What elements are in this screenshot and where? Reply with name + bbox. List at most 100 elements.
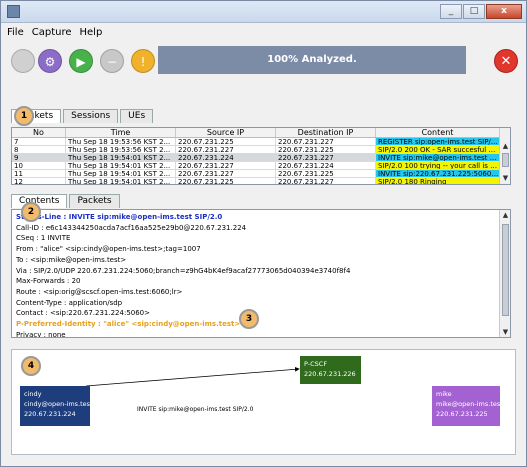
toolbar: ⚙ ▶ − ! 100% Analyzed. ✕ <box>1 41 526 79</box>
cell-source-ip: 220.67.231.227 <box>176 146 276 153</box>
cell-source-ip: 220.67.231.224 <box>176 154 276 161</box>
gear-icon: ⚙ <box>44 55 56 69</box>
content-line: Content-Type : application/sdp <box>16 298 123 307</box>
cell-time: Thu Sep 18 19:54:01 KST 2... <box>66 154 176 161</box>
contents-panel: Status-Line : INVITE sip:mike@open-ims.t… <box>11 209 511 338</box>
stop-capture-button[interactable]: − <box>100 49 124 73</box>
table-row[interactable]: 9 Thu Sep 18 19:54:01 KST 2... 220.67.231.… <box>12 154 500 162</box>
close-icon: ✕ <box>500 54 512 69</box>
annotation-badge-1: 1 <box>14 106 34 126</box>
node-cindy[interactable]: cindy cindy@open-ims.test 220.67.231.224 <box>20 386 93 426</box>
content-line: Call-ID : e6c143344250acda7acf16aa525e29… <box>16 223 247 232</box>
cell-destination-ip: 220.67.231.224 <box>276 162 376 169</box>
cell-no: 7 <box>12 138 66 145</box>
menu-capture[interactable]: Capture <box>32 27 72 38</box>
cell-source-ip: 220.67.231.225 <box>176 178 276 184</box>
node-cindy-uri: cindy@open-ims.test <box>24 400 93 408</box>
contents-scrollbar[interactable]: ▲ ▼ <box>499 210 510 337</box>
cell-content: INVITE sip:220.67.231.225:5060 SIP/... <box>376 170 500 177</box>
settings-button[interactable]: ⚙ <box>38 49 62 73</box>
cell-time: Thu Sep 18 19:54:01 KST 2... <box>66 162 176 169</box>
analysis-status-bar: 100% Analyzed. <box>158 46 466 74</box>
start-capture-button[interactable]: ▶ <box>69 49 93 73</box>
flow-message-label: INVITE sip:mike@open-ims.test SIP/2.0 <box>137 406 254 413</box>
annotation-badge-4: 4 <box>21 356 41 376</box>
cell-no: 12 <box>12 178 66 184</box>
exclamation-icon: ! <box>140 55 146 69</box>
cell-source-ip: 220.67.231.227 <box>176 162 276 169</box>
table-row[interactable]: 10 Thu Sep 18 19:54:01 KST 2... 220.67.231… <box>12 162 500 170</box>
app-window: _ □ x File Capture Help ⚙ ▶ − ! 100% Ana… <box>0 0 527 467</box>
minimize-button[interactable]: _ <box>440 4 462 19</box>
scroll-thumb[interactable] <box>502 224 509 316</box>
menu-bar: File Capture Help <box>1 23 526 41</box>
table-scrollbar[interactable]: ▲ ▼ <box>499 128 510 184</box>
node-mike-uri: mike@open-ims.test <box>436 400 503 408</box>
maximize-button[interactable]: □ <box>463 4 485 19</box>
cell-content: SIP/2.0 180 Ringing <box>376 178 500 184</box>
cell-destination-ip: 220.67.231.227 <box>276 154 376 161</box>
play-icon: ▶ <box>76 55 86 69</box>
app-icon <box>7 5 20 18</box>
cell-time: Thu Sep 18 19:54:01 KST 2... <box>66 170 176 177</box>
menu-help[interactable]: Help <box>80 27 103 38</box>
node-pcscf-ip: 220.67.231.226 <box>304 370 356 378</box>
table-row[interactable]: 11 Thu Sep 18 19:54:01 KST 2... 220.67.231… <box>12 170 500 178</box>
packets-table: No Time Source IP Destination IP Content… <box>11 127 511 185</box>
table-body: 7 Thu Sep 18 19:53:56 KST 2... 220.67.231.… <box>12 138 500 184</box>
scroll-down-arrow-icon[interactable]: ▼ <box>502 175 509 182</box>
title-bar: _ □ x <box>1 1 526 23</box>
scroll-down-arrow-icon[interactable]: ▼ <box>502 329 509 336</box>
table-row[interactable]: 7 Thu Sep 18 19:53:56 KST 2... 220.67.231.… <box>12 138 500 146</box>
cell-time: Thu Sep 18 19:53:56 KST 2... <box>66 138 176 145</box>
scroll-up-arrow-icon[interactable]: ▲ <box>502 143 509 150</box>
cell-source-ip: 220.67.231.227 <box>176 170 276 177</box>
content-line: Privacy : none <box>16 330 66 338</box>
cell-no: 11 <box>12 170 66 177</box>
scroll-up-arrow-icon[interactable]: ▲ <box>502 212 509 219</box>
menu-file[interactable]: File <box>7 27 24 38</box>
annotation-badge-2: 2 <box>21 202 41 222</box>
content-line: CSeq : 1 INVITE <box>16 234 71 243</box>
alert-button[interactable]: ! <box>131 49 155 73</box>
content-line: To : <sip:mike@open-ims.test> <box>16 255 127 264</box>
column-no[interactable]: No <box>12 128 66 137</box>
cell-destination-ip: 220.67.231.227 <box>276 178 376 184</box>
node-mike[interactable]: mike mike@open-ims.test 220.67.231.225 <box>432 386 503 426</box>
cell-no: 8 <box>12 146 66 153</box>
content-line: From : "alice" <sip:cindy@open-ims.test>… <box>16 245 201 254</box>
tab-sessions[interactable]: Sessions <box>63 109 119 123</box>
node-mike-ip: 220.67.231.225 <box>436 410 488 418</box>
column-destination-ip[interactable]: Destination IP <box>276 128 376 137</box>
table-row[interactable]: 12 Thu Sep 18 19:54:01 KST 2... 220.67.231… <box>12 178 500 184</box>
cancel-button[interactable]: ✕ <box>494 49 518 73</box>
cell-time: Thu Sep 18 19:53:56 KST 2... <box>66 146 176 153</box>
cell-no: 10 <box>12 162 66 169</box>
node-pcscf[interactable]: P-CSCF 220.67.231.226 <box>300 356 361 384</box>
cell-destination-ip: 220.67.231.225 <box>276 170 376 177</box>
stop-icon: − <box>106 55 118 69</box>
column-source-ip[interactable]: Source IP <box>176 128 276 137</box>
cell-content: SIP/2.0 100 trying -- your call is impor… <box>376 162 500 169</box>
content-line: Route : <sip:orig@scscf.open-ims.test:60… <box>16 287 183 296</box>
annotation-badge-3: 3 <box>239 309 259 329</box>
content-line: Via : SIP/2.0/UDP 220.67.231.224:5060;br… <box>16 266 351 275</box>
tab-ues[interactable]: UEs <box>120 109 154 123</box>
call-flow-panel: P-CSCF 220.67.231.226 cindy cindy@open-i… <box>11 349 516 455</box>
cell-destination-ip: 220.67.231.227 <box>276 138 376 145</box>
table-header: No Time Source IP Destination IP Content <box>12 128 500 138</box>
column-content[interactable]: Content <box>376 128 500 137</box>
toolbar-blank-button[interactable] <box>11 49 35 73</box>
tab-packet-raw[interactable]: Packets <box>69 194 120 208</box>
column-time[interactable]: Time <box>66 128 176 137</box>
node-mike-name: mike <box>436 390 452 398</box>
content-line: Status-Line : INVITE sip:mike@open-ims.t… <box>16 213 223 221</box>
cell-destination-ip: 220.67.231.225 <box>276 146 376 153</box>
node-cindy-ip: 220.67.231.224 <box>24 410 76 418</box>
window-controls: _ □ x <box>440 4 522 19</box>
table-row[interactable]: 8 Thu Sep 18 19:53:56 KST 2... 220.67.231.… <box>12 146 500 154</box>
node-pcscf-name: P-CSCF <box>304 360 328 368</box>
close-window-button[interactable]: x <box>486 4 522 19</box>
cell-no: 9 <box>12 154 66 161</box>
scroll-thumb[interactable] <box>502 153 509 167</box>
